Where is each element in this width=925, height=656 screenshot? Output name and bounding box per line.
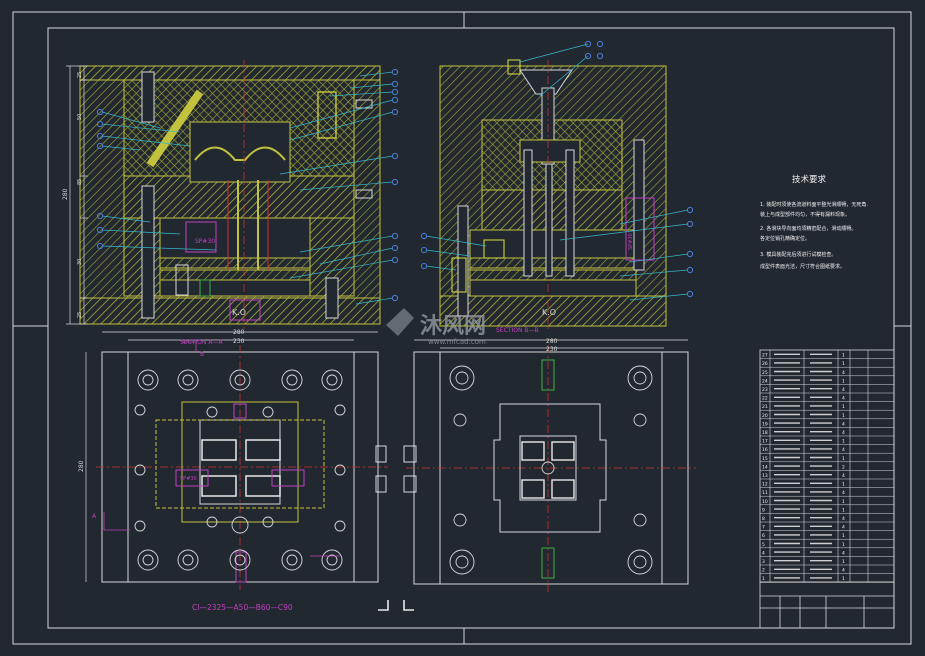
section-arrow-b-label: B	[200, 351, 204, 358]
bom-row-index: 4	[762, 550, 765, 556]
bom-row-index: 25	[762, 370, 768, 376]
sp-label-c: SP#30	[180, 476, 197, 482]
bom-row-qty: 1	[842, 413, 845, 419]
bom-row-qty: 1	[842, 482, 845, 488]
bom-row-index: 22	[762, 396, 768, 402]
sp-label-a: SP#30	[195, 238, 215, 245]
bom-row-index: 14	[762, 464, 768, 470]
bom-row-qty: 4	[842, 525, 845, 531]
bom-row-qty: 1	[842, 559, 845, 565]
bom-row-index: 18	[762, 430, 768, 436]
bom-row-qty: 4	[842, 550, 845, 556]
tech-line-5: 3. 模具装配完后须进行试模检查。	[760, 251, 836, 258]
bom-row-qty: 1	[842, 576, 845, 582]
bom-row-index: 9	[762, 507, 765, 513]
section-arrow-a-label: A	[92, 513, 97, 520]
mold-code-label: CI—2325—A50—B60—C90	[192, 603, 293, 612]
tech-line-2: 装上与成型部件均匀，不得有漏料现象。	[760, 211, 850, 218]
watermark-brand: 沐风网	[420, 314, 486, 339]
dim-left-seg-1: 25	[77, 72, 83, 78]
tech-line-1: 1. 装配时须使各流道料面平整光滑顺畅，无死角.	[760, 201, 868, 208]
bom-row-qty: 1	[842, 439, 845, 445]
ko-label-b: K.O	[542, 308, 556, 317]
dim-bottom-b-w2: 230	[546, 346, 558, 353]
bom-row-qty: 4	[842, 447, 845, 453]
section-b-view	[439, 59, 667, 330]
bom-row-qty: 1	[842, 542, 845, 548]
bom-row-qty: 4	[842, 568, 845, 574]
tech-requirements-title: 技术要求	[792, 174, 827, 185]
tech-line-6: 成型件表面光洁，尺寸符合图纸要求。	[760, 263, 845, 270]
plan-b-holes	[449, 365, 653, 575]
dim-left-seg-4: 30	[77, 259, 83, 265]
bom-row-index: 19	[762, 421, 768, 427]
bom-row-qty: 1	[842, 378, 845, 384]
bom-row-index: 8	[762, 516, 765, 522]
bom-row-qty: 1	[842, 361, 845, 367]
bom-row-index: 23	[762, 387, 768, 393]
dim-bottom-a-w: 280	[233, 329, 245, 336]
bom-row-qty: 4	[842, 430, 845, 436]
bom-row-qty: 1	[842, 353, 845, 359]
bom-row-qty: 1	[842, 499, 845, 505]
dim-bottom-b-w: 280	[546, 338, 558, 345]
dim-left-seg-2: 50	[77, 114, 83, 120]
dim-bottom-a-h: 280	[78, 460, 85, 472]
dim-left-seg-5: 25	[77, 312, 83, 318]
title-block	[759, 581, 895, 629]
bom-row-index: 12	[762, 482, 768, 488]
bom-row-qty: 4	[842, 473, 845, 479]
section-a-label: SECTION A—A	[180, 339, 223, 346]
bom-row-index: 2	[762, 568, 765, 574]
bom-row-index: 26	[762, 361, 768, 367]
bom-row-index: 21	[762, 404, 768, 410]
bom-row-index: 5	[762, 542, 765, 548]
bom-row-index: 3	[762, 559, 765, 565]
bom-row-qty: 4	[842, 387, 845, 393]
bom-row-index: 27	[762, 353, 768, 359]
view-direction-marker	[378, 600, 414, 611]
bom-row-index: 20	[762, 413, 768, 419]
watermark-url: www.mfcad.com	[428, 338, 486, 346]
bom-row-qty: 4	[842, 370, 845, 376]
ko-label-a: K.O	[232, 308, 246, 317]
dim-left-total: 280	[62, 188, 69, 200]
bom-row-index: 10	[762, 499, 768, 505]
watermark: 沐风网 www.mfcad.com	[386, 308, 486, 346]
bom-row-index: 15	[762, 456, 768, 462]
dim-left-seg-3: 85	[77, 179, 83, 185]
bom-row-qty: 1	[842, 533, 845, 539]
bom-table: 27 126 125 424 123 422 421 120 119 418 417 116 415 11…	[759, 349, 895, 583]
bom-row-qty: 2	[842, 464, 845, 470]
tech-line-3: 2. 各滑块导向面均须精密配合，滑动顺畅。	[760, 225, 856, 232]
bom-row-index: 1	[762, 576, 765, 582]
tech-line-4: 各定位销孔精确定位。	[760, 235, 810, 242]
bom-row-qty: 1	[842, 507, 845, 513]
bom-row-qty: 4	[842, 516, 845, 522]
dim-bottom-a-w2: 230	[233, 338, 245, 345]
bom-row-index: 16	[762, 447, 768, 453]
tech-requirements-lines: 1. 装配时须使各流道料面平整光滑顺畅，无死角. 装上与成型部件均匀，不得有漏料…	[760, 201, 868, 270]
bom-row-index: 24	[762, 378, 768, 384]
sp-label-b: SP#30	[628, 233, 634, 250]
bom-row-qty: 4	[842, 490, 845, 496]
bom-row-index: 13	[762, 473, 768, 479]
bom-row-qty: 4	[842, 396, 845, 402]
bom-row-index: 7	[762, 525, 765, 531]
section-a-view	[79, 60, 381, 330]
bom-row-index: 6	[762, 533, 765, 539]
bom-row-qty: 4	[842, 421, 845, 427]
bom-row-qty: 1	[842, 404, 845, 410]
bom-row-index: 17	[762, 439, 768, 445]
cad-drawing-canvas: K.O SP#30 280 25 50 85 30 25 K.O SP#30 S…	[12, 11, 912, 645]
bom-row-qty: 1	[842, 456, 845, 462]
section-b-label: SECTION B—B	[496, 327, 539, 334]
bom-row-index: 11	[762, 490, 768, 496]
